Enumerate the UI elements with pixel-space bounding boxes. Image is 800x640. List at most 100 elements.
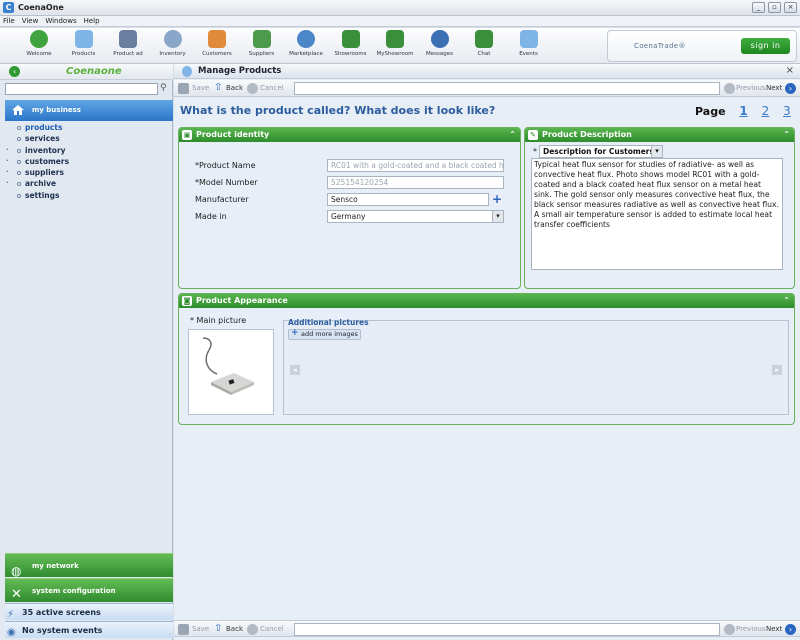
product-name-field[interactable]: RC01 with a gold-coated and a black coat… [327,159,504,172]
sidebar: ‹ Coenaone ⚲ my business products service… [0,64,173,640]
sidebar-item-suppliers[interactable]: · suppliers [0,167,173,178]
model-number-field[interactable]: 525154120254 [327,176,504,189]
back-arrow-icon: ⇧ [214,82,223,93]
toolbar-product-ad-button[interactable]: Product ad [105,30,151,57]
active-screens-bar[interactable]: ⚡ 35 active screens [5,603,173,620]
sidebar-item-archive[interactable]: · archive [0,178,173,189]
add-more-images-label: add more images [301,330,358,338]
menu-help[interactable]: Help [84,16,100,27]
toolbar-marketplace-button[interactable]: Marketplace [283,30,329,57]
myshowroom-icon [386,30,404,48]
toolbar-chat-button[interactable]: Chat [461,30,507,57]
add-more-images-button[interactable]: + add more images [288,329,361,340]
sidebar-search-input[interactable] [5,83,158,95]
title-bar: C CoenaOne _ ▫ × [0,0,800,16]
back-button[interactable]: Back [226,80,243,97]
collapse-icon[interactable]: ⌃ [509,128,516,142]
main-picture[interactable] [188,329,274,415]
product-description-title: Product Description [542,130,632,139]
expand-icon[interactable]: · [6,145,9,156]
toolbar-products-button[interactable]: Products [61,30,107,57]
toolbar-welcome-button[interactable]: Welcome [16,30,62,57]
events-status-icon: ◉ [7,627,16,638]
app-logo-icon: C [3,2,14,13]
bullet-icon [17,193,21,198]
next-button[interactable]: Next [766,80,782,97]
description-type-select[interactable]: Description for Customers ▾ [539,145,663,158]
products-screen-icon [182,66,192,77]
sidebar-item-label: services [25,134,60,144]
made-in-select[interactable]: Germany ▾ [327,210,504,223]
sidebar-item-inventory[interactable]: · inventory [0,145,173,156]
page-navigator: Page 1 2 3 [695,104,791,118]
my-network-tab[interactable]: ◍ my network [5,553,173,578]
save-button-bottom[interactable]: Save [192,621,209,638]
sidebar-item-products[interactable]: products [0,122,173,133]
toolbar-suppliers-button[interactable]: Suppliers [239,30,285,57]
close-window-button[interactable]: × [784,2,797,13]
description-textarea[interactable]: Typical heat flux sensor for studies of … [531,158,783,270]
sidebar-item-label: archive [25,179,57,189]
scroll-right-icon[interactable]: ▸ [772,365,782,375]
toolbar-label: Suppliers [248,51,275,57]
page-label: Page [695,105,726,118]
page-3-link[interactable]: 3 [783,104,791,118]
bullet-icon [17,137,21,142]
toolbar-inventory-button[interactable]: Inventory [150,30,196,57]
save-button[interactable]: Save [192,80,209,97]
collapse-icon[interactable]: ⌃ [783,294,790,308]
page-1-link[interactable]: 1 [739,104,747,118]
toolbar-label: Welcome [26,51,52,57]
toolbar-showrooms-button[interactable]: Showrooms [328,30,374,57]
sidebar-item-label: customers [25,156,70,166]
cancel-button[interactable]: Cancel [260,80,284,97]
expand-icon[interactable]: · [6,167,9,178]
previous-icon [724,83,735,94]
minimize-button[interactable]: _ [752,2,765,13]
toolbar-messages-button[interactable]: Messages [417,30,463,57]
expand-icon[interactable]: · [6,178,9,189]
expand-icon[interactable]: · [6,156,9,167]
search-icon[interactable]: ⚲ [160,83,167,93]
identity-icon: ▣ [182,130,192,140]
cancel-button-bottom[interactable]: Cancel [260,621,284,638]
page-2-link[interactable]: 2 [762,104,770,118]
product-identity-title: Product identity [196,130,270,139]
sidebar-item-settings[interactable]: settings [0,190,173,201]
sidebar-item-label: settings [25,190,60,200]
sidebar-back-icon[interactable]: ‹ [9,66,20,77]
sidebar-item-customers[interactable]: · customers [0,156,173,167]
my-business-header[interactable]: my business [5,100,173,121]
menu-view[interactable]: View [22,16,39,27]
toolbar-label: Products [71,51,96,57]
my-business-label: my business [32,106,81,114]
manufacturer-field[interactable]: Sensco [327,193,489,206]
previous-button-bottom[interactable]: Previous [736,621,766,638]
system-configuration-tab[interactable]: ✕ system configuration [5,578,173,602]
toolbar-myshowroom-button[interactable]: MyShowroom [372,30,418,57]
maximize-button[interactable]: ▫ [768,2,781,13]
cancel-icon [247,83,258,94]
menu-windows[interactable]: Windows [45,16,76,27]
sign-in-button[interactable]: sign in [741,38,790,54]
page-question: What is the product called? What does it… [180,104,496,117]
next-button-bottom[interactable]: Next [766,621,782,638]
menu-file[interactable]: File [3,16,15,27]
scroll-left-icon[interactable]: ◂ [290,365,300,375]
sensor-image [202,337,254,395]
manufacturer-label: Manufacturer [195,195,249,204]
toolbar-events-button[interactable]: Events [506,30,552,57]
description-type-value: Description for Customers [543,147,654,156]
system-events-bar[interactable]: ◉ No system events [5,621,173,638]
back-button-bottom[interactable]: Back [226,621,243,638]
welcome-icon [30,30,48,48]
previous-button[interactable]: Previous [736,80,766,97]
collapse-icon[interactable]: ⌃ [783,128,790,142]
toolbar-customers-button[interactable]: Customers [194,30,240,57]
add-manufacturer-icon[interactable]: + [492,192,502,206]
close-screen-icon[interactable]: × [786,65,794,76]
sidebar-item-services[interactable]: services [0,133,173,144]
bullet-icon [17,126,21,130]
toolbar-label: MyShowroom [376,51,414,57]
action-bar-top: Save ⇧ Back Cancel Previous Next › [174,80,800,97]
